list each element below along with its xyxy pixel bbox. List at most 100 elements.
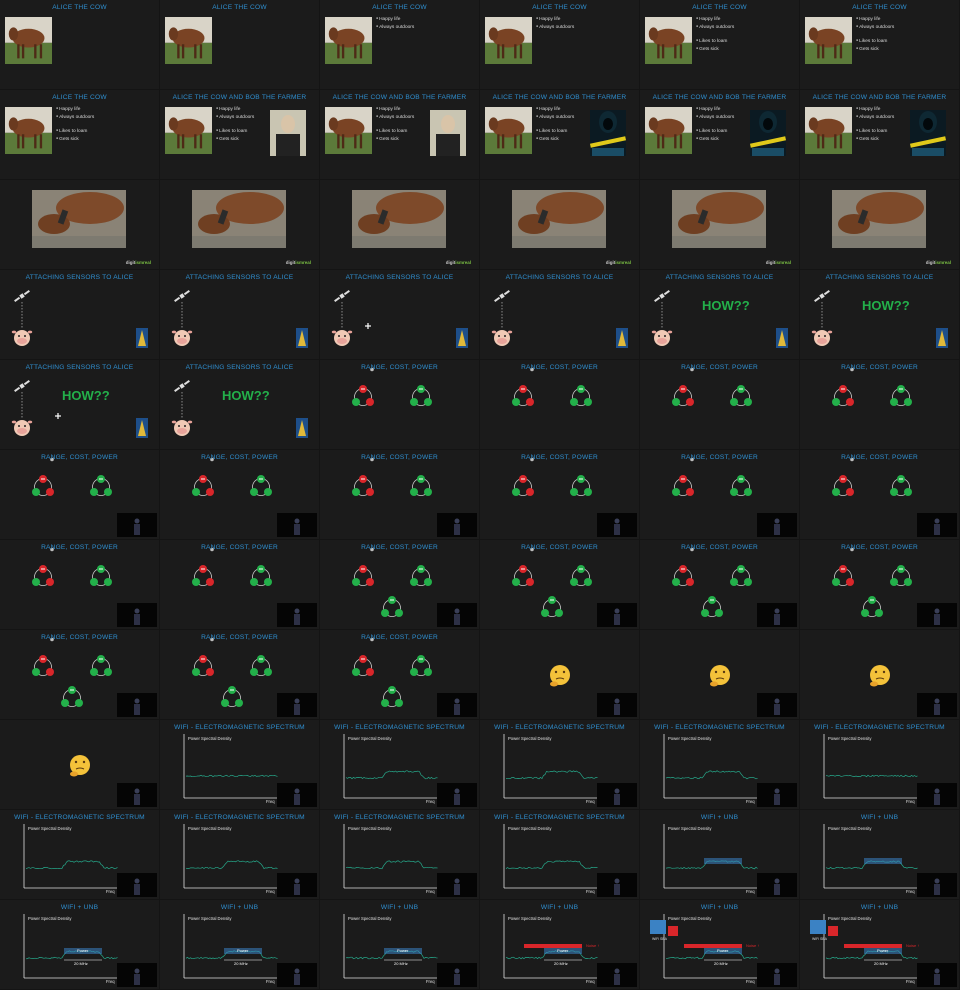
video-frame-tri[interactable]: RANGE, COST, POWER	[160, 450, 319, 539]
video-frame-tri[interactable]: RANGE, COST, POWER	[0, 540, 159, 629]
video-frame-tri[interactable]: RANGE, COST, POWER	[640, 540, 799, 629]
video-frame-tri[interactable]: RANGE, COST, POWER	[480, 540, 639, 629]
triangle-wifi	[90, 655, 112, 676]
speaker-video	[917, 513, 957, 537]
video-frame-spec[interactable]: 20 MHz Power Noise ↑ WiFi SBA WIFI + UNB Powe…	[800, 900, 959, 989]
video-frame-photo[interactable]: digitismreal	[160, 180, 319, 269]
video-frame-sensor[interactable]: ATTACHING SENSORS TO ALICE HOW??	[640, 270, 799, 359]
satellite-icon	[174, 380, 190, 392]
bandwidth-label: 20 MHz	[234, 961, 248, 966]
speaker-video	[597, 783, 637, 807]
speaker-figure	[294, 878, 300, 895]
video-frame-alice[interactable]: ALICE THE COW AND BOB THE FARMER Happy li…	[480, 90, 639, 179]
video-frame-tri[interactable]: RANGE, COST, POWER	[320, 360, 479, 449]
y-axis-label: Power Spectral Density	[508, 736, 552, 741]
video-frame-alice[interactable]: ALICE THE COW	[0, 0, 159, 89]
slide-title: WIFI + UNB	[220, 904, 259, 911]
video-frame-alice[interactable]: ALICE THE COW Happy lifeAlways outdoors Li…	[0, 90, 159, 179]
y-axis-label: Power Spectral Density	[348, 736, 392, 741]
video-frame-alice[interactable]: ALICE THE COW AND BOB THE FARMER Happy li…	[640, 90, 799, 179]
slide-title: WIFI + UNB	[860, 904, 899, 911]
video-frame-sensor[interactable]: ATTACHING SENSORS TO ALICE HOW??	[0, 360, 159, 449]
video-frame-alice[interactable]: ALICE THE COW Happy lifeAlways outdoors	[480, 0, 639, 89]
video-frame-sensor[interactable]: ATTACHING SENSORS TO ALICE	[320, 270, 479, 359]
video-frame-tri[interactable]: RANGE, COST, POWER	[800, 540, 959, 629]
video-frame-tri[interactable]: RANGE, COST, POWER	[640, 360, 799, 449]
video-frame-sensor[interactable]: ATTACHING SENSORS TO ALICE HOW??	[160, 360, 319, 449]
video-frame-think[interactable]	[480, 630, 639, 719]
video-frame-spec[interactable]: 20 MHz Power WIFI + UNB Power Spectral Dens…	[160, 900, 319, 989]
video-frame-sensor[interactable]: ATTACHING SENSORS TO ALICE	[0, 270, 159, 359]
video-frame-tri[interactable]: RANGE, COST, POWER	[320, 540, 479, 629]
video-frame-photo[interactable]: digitismreal	[480, 180, 639, 269]
video-frame-sensor[interactable]: ATTACHING SENSORS TO ALICE HOW??	[800, 270, 959, 359]
video-frame-sensor[interactable]: ATTACHING SENSORS TO ALICE	[160, 270, 319, 359]
video-frame-spec[interactable]: 20 MHz Power Noise ↑ WiFi SBA WIFI + UNB Powe…	[640, 900, 799, 989]
video-frame-photo[interactable]: digitismreal	[320, 180, 479, 269]
video-frame-spec[interactable]: WIFI - ELECTROMAGNETIC SPECTRUM Power Spe…	[0, 810, 159, 899]
video-frame-tri[interactable]: RANGE, COST, POWER	[320, 450, 479, 539]
bullet-outdoors: Always outdoors	[216, 113, 254, 121]
slide-title: RANGE, COST, POWER	[521, 364, 598, 371]
video-frame-spec[interactable]: 20 MHz Power WIFI + UNB Power Spectral Dens…	[0, 900, 159, 989]
video-frame-alice[interactable]: ALICE THE COW	[160, 0, 319, 89]
triangle-cellular	[512, 565, 534, 586]
video-frame-spec[interactable]: WIFI - ELECTROMAGNETIC SPECTRUM Power Spe…	[320, 720, 479, 809]
video-frame-spec[interactable]: WIFI - ELECTROMAGNETIC SPECTRUM Power Spe…	[160, 720, 319, 809]
y-axis-label: Power Spectral Density	[28, 916, 72, 921]
video-frame-alice[interactable]: ALICE THE COW AND BOB THE FARMER Happy li…	[320, 90, 479, 179]
cow-face-icon	[11, 330, 33, 346]
slide-title: ATTACHING SENSORS TO ALICE	[505, 274, 614, 281]
triangle-wifi	[410, 565, 432, 586]
video-frame-spec[interactable]: WIFI - ELECTROMAGNETIC SPECTRUM Power Spe…	[160, 810, 319, 899]
speaker-figure	[294, 518, 300, 535]
video-frame-spec[interactable]: WIFI - ELECTROMAGNETIC SPECTRUM Power Spe…	[480, 810, 639, 899]
video-frame-photo[interactable]: digitismreal	[640, 180, 799, 269]
psd-trace	[185, 774, 278, 778]
bullet-outdoors: Always outdoors	[536, 23, 574, 31]
triangle-wifi	[730, 385, 752, 406]
video-frame-think[interactable]	[640, 630, 799, 719]
speaker-video	[437, 693, 477, 717]
video-frame-sensor[interactable]: ATTACHING SENSORS TO ALICE	[480, 270, 639, 359]
speaker-figure	[774, 608, 780, 625]
video-frame-spec[interactable]: 20 MHz Power Noise ↑ WIFI + UNB Power Spectr…	[480, 900, 639, 989]
video-frame-alice[interactable]: ALICE THE COW AND BOB THE FARMER Happy li…	[800, 90, 959, 179]
video-frame-alice[interactable]: ALICE THE COW Happy lifeAlways outdoors Li…	[640, 0, 799, 89]
video-frame-think[interactable]	[800, 630, 959, 719]
bullet-list: Happy lifeAlways outdoors Likes to loamGe…	[856, 15, 894, 53]
speaker-figure	[934, 878, 940, 895]
video-frame-spec[interactable]: WIFI + UNB Power Spectral Density Freq	[640, 810, 799, 899]
video-frame-tri[interactable]: RANGE, COST, POWER	[0, 450, 159, 539]
speaker-figure	[774, 788, 780, 805]
video-frame-tri[interactable]: RANGE, COST, POWER	[0, 630, 159, 719]
power-label: Power	[717, 948, 729, 953]
video-frame-alice[interactable]: ALICE THE COW AND BOB THE FARMER Happy li…	[160, 90, 319, 179]
speaker-video	[757, 783, 797, 807]
video-frame-spec[interactable]: WIFI + UNB Power Spectral Density Freq	[800, 810, 959, 899]
university-logo	[296, 328, 308, 348]
slide-title: ATTACHING SENSORS TO ALICE	[665, 274, 774, 281]
video-frame-tri[interactable]: RANGE, COST, POWER	[480, 450, 639, 539]
y-axis-label: Power Spectral Density	[828, 736, 872, 741]
video-frame-spec[interactable]: WIFI - ELECTROMAGNETIC SPECTRUM Power Spe…	[480, 720, 639, 809]
frame-graphics	[352, 190, 446, 248]
video-frame-spec[interactable]: 20 MHz Power WIFI + UNB Power Spectral Dens…	[320, 900, 479, 989]
video-frame-tri[interactable]: RANGE, COST, POWER	[800, 360, 959, 449]
video-frame-spec[interactable]: WIFI - ELECTROMAGNETIC SPECTRUM Power Spe…	[640, 720, 799, 809]
video-frame-think[interactable]	[0, 720, 159, 809]
video-frame-photo[interactable]: digitismreal	[0, 180, 159, 269]
slide-title: ALICE THE COW	[52, 4, 107, 11]
video-frame-spec[interactable]: WIFI - ELECTROMAGNETIC SPECTRUM Power Spe…	[320, 810, 479, 899]
video-frame-alice[interactable]: ALICE THE COW Happy lifeAlways outdoors	[320, 0, 479, 89]
video-frame-spec[interactable]: WIFI - ELECTROMAGNETIC SPECTRUM Power Spe…	[800, 720, 959, 809]
video-frame-tri[interactable]: RANGE, COST, POWER	[160, 540, 319, 629]
video-frame-tri[interactable]: RANGE, COST, POWER	[640, 450, 799, 539]
video-frame-tri[interactable]: RANGE, COST, POWER	[160, 630, 319, 719]
triangle-unb	[541, 596, 563, 617]
video-frame-tri[interactable]: RANGE, COST, POWER	[480, 360, 639, 449]
video-frame-tri[interactable]: RANGE, COST, POWER	[800, 450, 959, 539]
video-frame-tri[interactable]: RANGE, COST, POWER	[320, 630, 479, 719]
video-frame-photo[interactable]: digitismreal	[800, 180, 959, 269]
video-frame-alice[interactable]: ALICE THE COW Happy lifeAlways outdoors Li…	[800, 0, 959, 89]
